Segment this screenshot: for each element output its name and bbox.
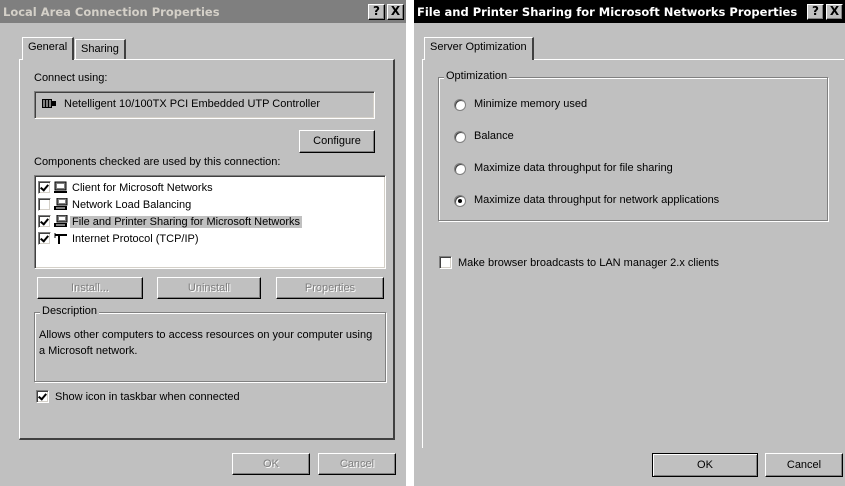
left-help-button[interactable]: ? [368, 3, 385, 20]
component-row-client[interactable]: Client for Microsoft Networks [38, 180, 322, 195]
radio-maximize-file-sharing[interactable] [454, 163, 466, 175]
local-area-connection-properties-dialog: Local Area Connection Properties ? X Gen… [0, 0, 407, 486]
right-cancel-button[interactable]: Cancel [765, 453, 843, 477]
component-checkbox-nlb[interactable] [38, 198, 51, 211]
radio-balance[interactable] [454, 131, 466, 143]
browser-broadcast-option[interactable]: Make browser broadcasts to LAN manager 2… [439, 256, 719, 269]
connect-using-label: Connect using: [34, 72, 108, 84]
properties-button[interactable]: Properties [276, 277, 384, 299]
right-title-bar[interactable]: File and Printer Sharing for Microsoft N… [414, 0, 845, 23]
network-client-icon [54, 181, 68, 194]
components-list[interactable]: Client for Microsoft Networks Network Lo… [34, 175, 386, 269]
protocol-icon [54, 232, 68, 245]
right-help-button[interactable]: ? [807, 3, 824, 20]
tab-general[interactable]: General [22, 37, 75, 60]
label-minimize-memory: Minimize memory used [474, 98, 588, 110]
adapter-box: Netelligent 10/100TX PCI Embedded UTP Co… [34, 91, 375, 119]
show-icon-option[interactable]: Show icon in taskbar when connected [36, 390, 240, 403]
right-window-title: File and Printer Sharing for Microsoft N… [417, 4, 798, 19]
file-printer-sharing-properties-dialog: File and Printer Sharing for Microsoft N… [414, 0, 845, 486]
uninstall-button[interactable]: Uninstall [157, 277, 261, 299]
option-minimize-memory[interactable]: Minimize memory used [454, 97, 784, 113]
component-checkbox-file-printer-sharing[interactable] [38, 215, 51, 228]
radio-minimize-memory[interactable] [454, 99, 466, 111]
show-icon-label: Show icon in taskbar when connected [55, 390, 240, 403]
description-group: Description Allows other computers to ac… [34, 305, 386, 382]
left-cancel-button[interactable]: Cancel [318, 453, 396, 475]
tab-sharing-label: Sharing [81, 43, 119, 55]
network-service-icon [54, 197, 68, 211]
component-row-tcpip[interactable]: Internet Protocol (TCP/IP) [38, 231, 322, 246]
component-checkbox-tcpip[interactable] [38, 232, 51, 245]
left-title-bar[interactable]: Local Area Connection Properties ? X [0, 0, 406, 23]
tab-server-optimization-label: Server Optimization [430, 41, 527, 53]
label-maximize-file-sharing: Maximize data throughput for file sharin… [474, 162, 673, 174]
right-close-button[interactable]: X [826, 3, 843, 20]
general-tab-panel: Connect using: Netelligent 10/100TX PCI … [19, 59, 395, 440]
network-service-icon [54, 214, 68, 228]
tab-general-label: General [28, 41, 68, 53]
component-label-nlb: Network Load Balancing [72, 198, 192, 211]
component-label-tcpip: Internet Protocol (TCP/IP) [72, 232, 199, 245]
network-adapter-icon [41, 98, 57, 110]
component-row-file-printer-sharing[interactable]: File and Printer Sharing for Microsoft N… [38, 214, 322, 229]
configure-button[interactable]: Configure [299, 130, 375, 153]
component-label-client: Client for Microsoft Networks [72, 181, 213, 194]
option-maximize-file-sharing[interactable]: Maximize data throughput for file sharin… [454, 161, 784, 177]
description-title: Description [40, 305, 100, 317]
description-text: Allows other computers to access resourc… [39, 329, 373, 357]
left-close-button[interactable]: X [387, 3, 404, 20]
tab-sharing[interactable]: Sharing [75, 39, 126, 59]
browser-broadcast-label: Make browser broadcasts to LAN manager 2… [458, 256, 720, 269]
server-optimization-panel: Optimization Minimize memory used Balanc… [422, 59, 844, 448]
adapter-name: Netelligent 10/100TX PCI Embedded UTP Co… [64, 98, 320, 110]
label-maximize-network-apps: Maximize data throughput for network app… [474, 194, 720, 206]
component-row-nlb[interactable]: Network Load Balancing [38, 197, 322, 212]
option-maximize-network-apps[interactable]: Maximize data throughput for network app… [454, 193, 814, 209]
component-checkbox-client[interactable] [38, 181, 51, 194]
tab-server-optimization[interactable]: Server Optimization [424, 37, 534, 60]
components-label: Components checked are used by this conn… [34, 156, 281, 168]
component-label-file-printer-sharing: File and Printer Sharing for Microsoft N… [70, 215, 303, 228]
browser-broadcast-checkbox[interactable] [439, 256, 452, 269]
right-ok-button[interactable]: OK [652, 453, 758, 477]
option-balance[interactable]: Balance [454, 129, 784, 145]
label-balance: Balance [474, 130, 514, 142]
radio-maximize-network-apps[interactable] [454, 195, 466, 207]
install-button[interactable]: Install... [37, 277, 143, 299]
left-ok-button[interactable]: OK [232, 453, 310, 475]
left-window-title: Local Area Connection Properties [3, 4, 220, 19]
optimization-title: Optimization [444, 70, 510, 82]
optimization-group: Optimization Minimize memory used Balanc… [438, 70, 828, 221]
show-icon-checkbox[interactable] [36, 390, 49, 403]
